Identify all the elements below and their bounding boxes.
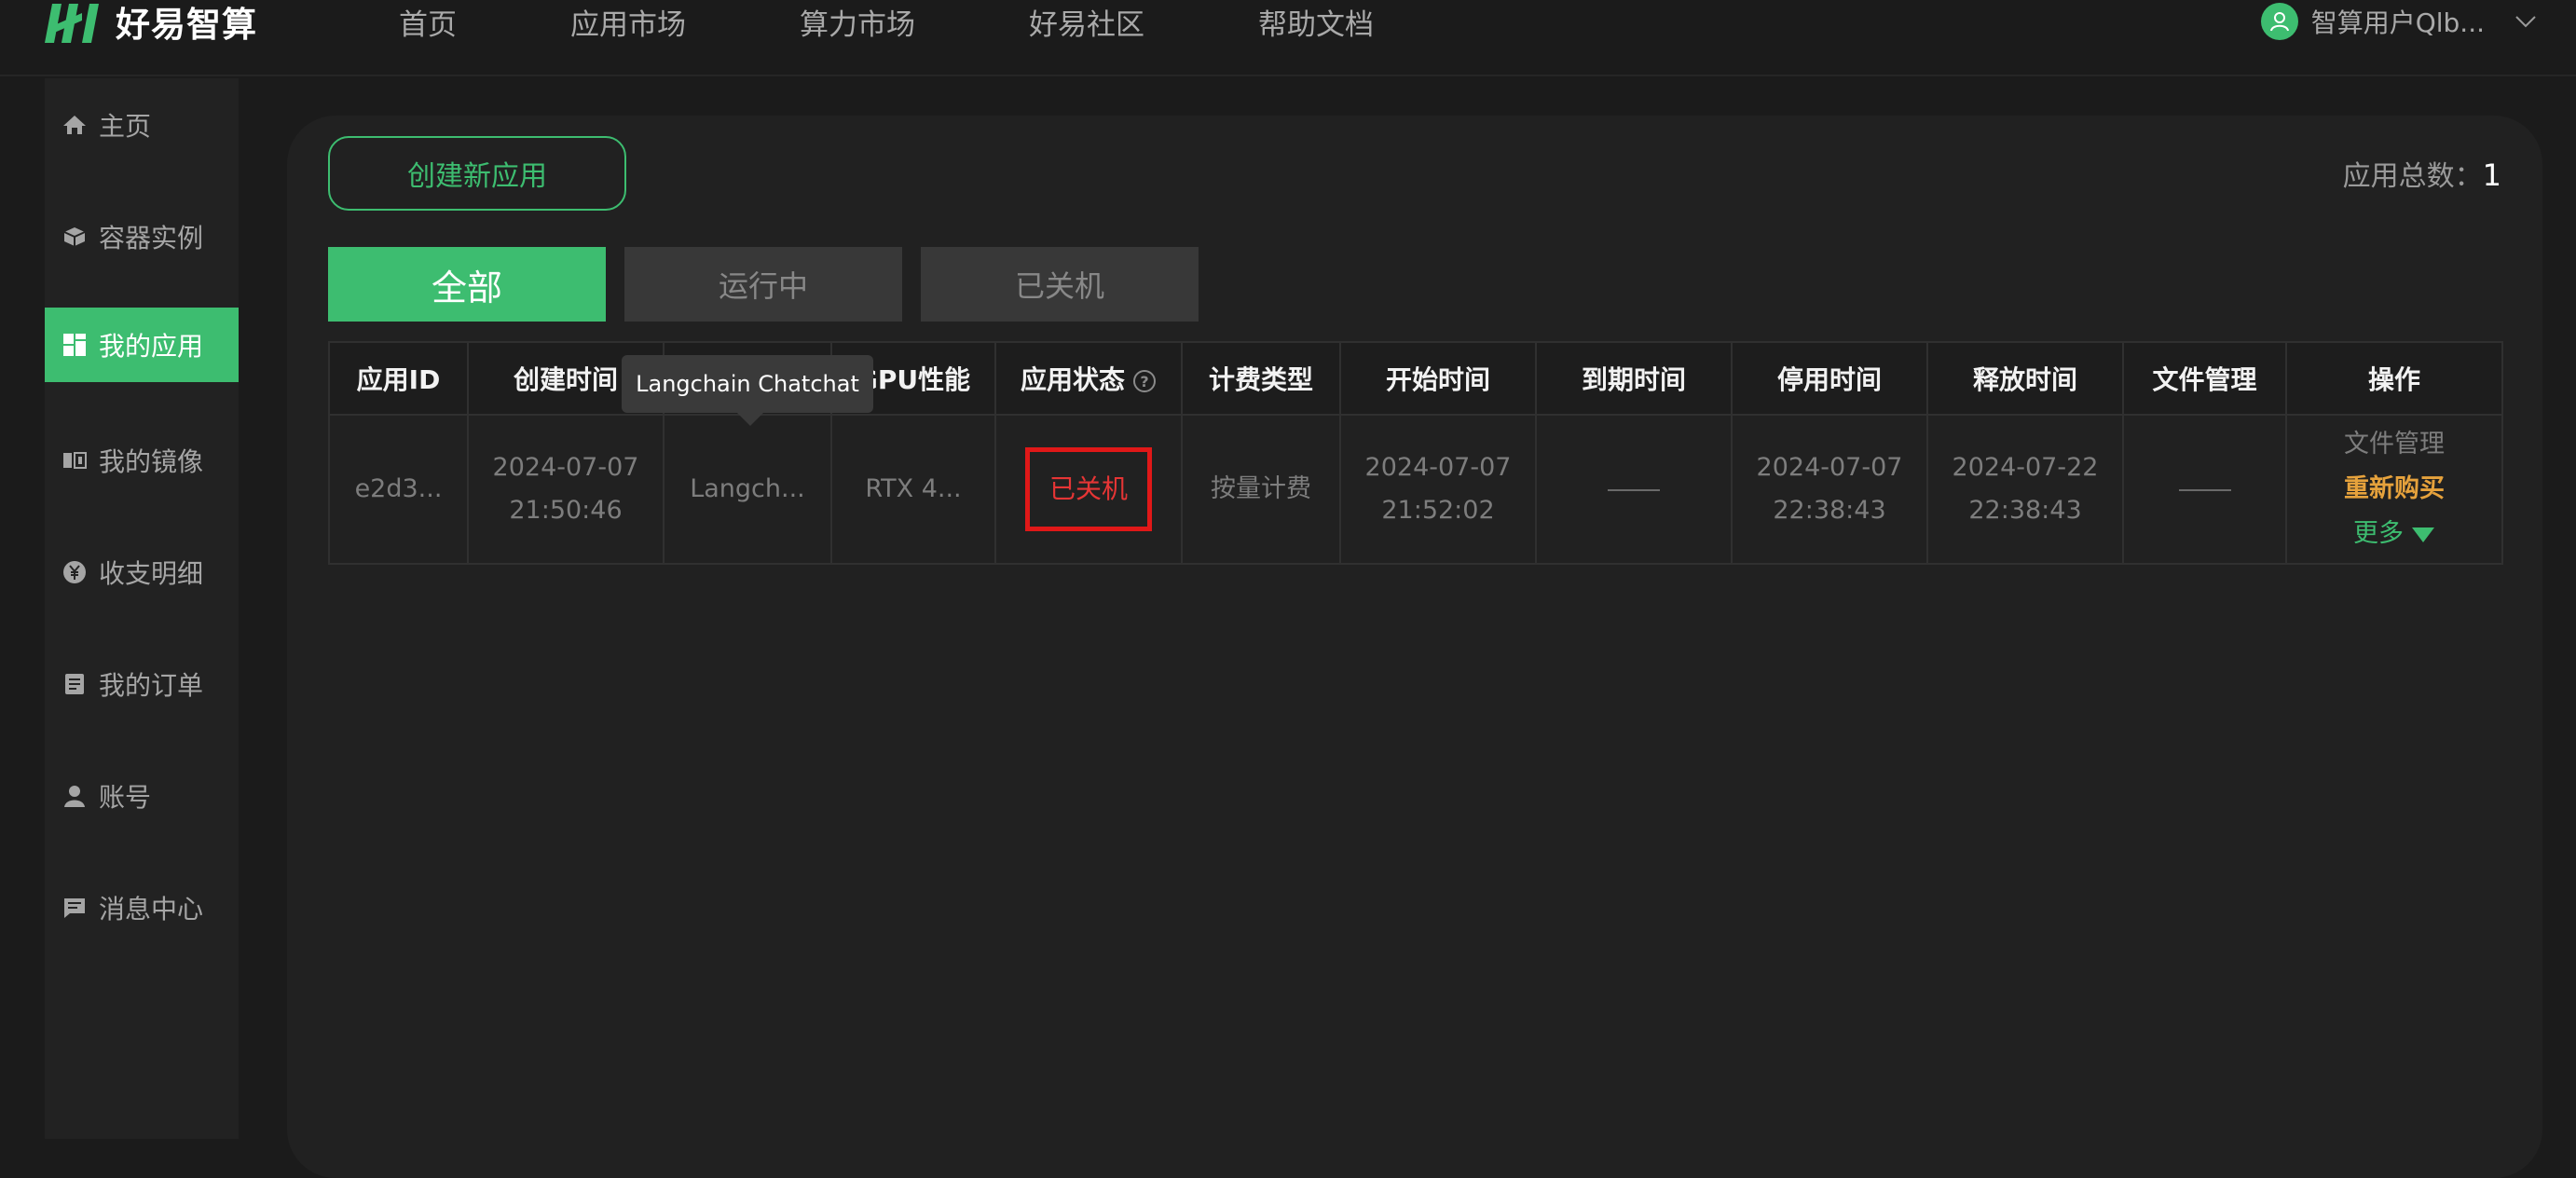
app-total-label: 应用总数： [2342,160,2483,193]
sidebar-item-my-apps[interactable]: 我的应用 [45,308,239,382]
cell-status: 已关机 [994,414,1183,565]
col-file-manage: 文件管理 [2122,341,2287,416]
status-badge: 已关机 [1025,447,1152,531]
created-time: 21:50:46 [509,496,623,525]
user-icon [62,783,88,809]
cell-created-time: 2024-07-07 21:50:46 [467,414,665,565]
rebuy-link[interactable]: 重新购买 [2287,467,2501,512]
nav-app-market[interactable]: 应用市场 [570,1,686,43]
nav-help-docs[interactable]: 帮助文档 [1258,1,1374,43]
col-expire-time: 到期时间 [1535,341,1733,416]
cell-billing: 按量计费 [1181,414,1341,565]
app-name-value: Langch... [690,474,805,503]
cell-expire-time [1535,414,1733,565]
cell-app-id: e2d3... [328,414,469,565]
main-nav: 首页 应用市场 算力市场 好易社区 帮助文档 [399,0,1487,43]
cell-release-time: 2024-07-22 22:38:43 [1926,414,2124,565]
sidebar-item-containers[interactable]: 容器实例 [45,199,239,274]
sidebar-item-account[interactable]: 账号 [45,759,239,833]
app-total: 应用总数：1 [2343,153,2501,194]
more-label: 更多 [2353,519,2404,548]
caret-down-icon [2412,527,2434,542]
image-icon [62,447,88,473]
sidebar-item-label: 我的镜像 [99,446,204,477]
cell-app-name[interactable]: Langch... [663,414,832,565]
col-app-id: 应用ID [328,341,469,416]
start-date: 2024-07-07 [1364,453,1512,482]
user-name: 智算用户Qlb... [2310,7,2485,38]
top-bar: 好易智算 首页 应用市场 算力市场 好易社区 帮助文档 智算用户Qlb... [0,0,2576,76]
nav-community[interactable]: 好易社区 [1029,1,1144,43]
table-row: e2d3... 2024-07-07 21:50:46 Langch... RT… [328,414,2503,565]
sidebar-item-label: 消息中心 [99,894,204,925]
cell-stop-time: 2024-07-07 22:38:43 [1731,414,1928,565]
empty-dash [1608,488,1660,491]
sidebar-item-label: 容器实例 [99,223,204,253]
help-icon[interactable]: ? [1132,369,1157,393]
sidebar-item-messages[interactable]: 消息中心 [45,870,239,945]
svg-text:?: ? [1140,373,1148,390]
cell-gpu: RTX 4... [830,414,996,565]
stop-time: 22:38:43 [1773,496,1886,525]
user-menu[interactable]: 智算用户Qlb... [2260,0,2537,43]
release-date: 2024-07-22 [1952,453,2099,482]
sidebar-item-home[interactable]: 主页 [45,88,239,162]
sidebar-item-label: 主页 [99,111,152,142]
app-name-tooltip: Langchain Chatchat [622,355,873,426]
sidebar-item-label: 收支明细 [99,558,204,589]
stop-date: 2024-07-07 [1756,453,1903,482]
col-gpu-label: GPU性能 [856,364,971,395]
file-manage-link[interactable]: 文件管理 [2287,422,2501,467]
sidebar: 主页 容器实例 我的应用 我的镜像 收支明细 我的订单 账号 消息中心 [45,78,239,1139]
logo-icon [45,4,99,43]
sidebar-item-label: 我的订单 [99,670,204,701]
chevron-down-icon[interactable] [2514,15,2537,28]
sidebar-item-billing[interactable]: 收支明细 [45,535,239,610]
tab-running[interactable]: 运行中 [624,247,902,322]
nav-compute-market[interactable]: 算力市场 [800,1,915,43]
cell-start-time: 2024-07-07 21:52:02 [1339,414,1537,565]
tab-stopped[interactable]: 已关机 [921,247,1199,322]
cell-actions: 文件管理 重新购买 更多 [2285,414,2503,565]
nav-home[interactable]: 首页 [399,1,457,43]
start-time: 21:52:02 [1381,496,1495,525]
gpu-value: RTX 4... [865,474,962,503]
sidebar-item-label: 我的应用 [99,331,204,362]
grid-icon [62,332,88,358]
logo-text: 好易智算 [116,5,257,45]
col-start-time: 开始时间 [1339,341,1537,416]
home-icon [62,112,88,138]
col-status-label: 应用状态 [1020,364,1125,395]
col-release-time: 释放时间 [1926,341,2124,416]
more-dropdown[interactable]: 更多 [2287,512,2501,556]
cell-file-manage [2122,414,2287,565]
status-tabs: 全部 运行中 已关机 [328,247,1217,322]
main-panel: 创建新应用 应用总数：1 全部 运行中 已关机 应用ID 创建时间 应用名称 G… [287,116,2542,1178]
empty-dash [2178,488,2231,491]
sidebar-item-orders[interactable]: 我的订单 [45,647,239,721]
container-icon [62,224,88,250]
message-icon [62,895,88,921]
col-stop-time: 停用时间 [1731,341,1928,416]
app-total-count: 1 [2482,158,2501,193]
yen-icon [62,559,88,585]
tab-all[interactable]: 全部 [328,247,606,322]
user-avatar-icon [2269,12,2289,32]
created-date: 2024-07-07 [492,453,639,482]
col-billing: 计费类型 [1181,341,1341,416]
col-status: 应用状态? [994,341,1183,416]
logo[interactable]: 好易智算 [41,0,257,45]
billing-value: 按量计费 [1211,474,1311,503]
create-app-button[interactable]: 创建新应用 [328,136,626,211]
col-actions: 操作 [2285,341,2503,416]
sidebar-item-label: 账号 [99,782,152,813]
app-id-value: e2d3... [354,474,443,503]
avatar [2260,3,2298,40]
release-time: 22:38:43 [1968,496,2082,525]
order-icon [62,671,88,697]
sidebar-item-my-images[interactable]: 我的镜像 [45,423,239,498]
